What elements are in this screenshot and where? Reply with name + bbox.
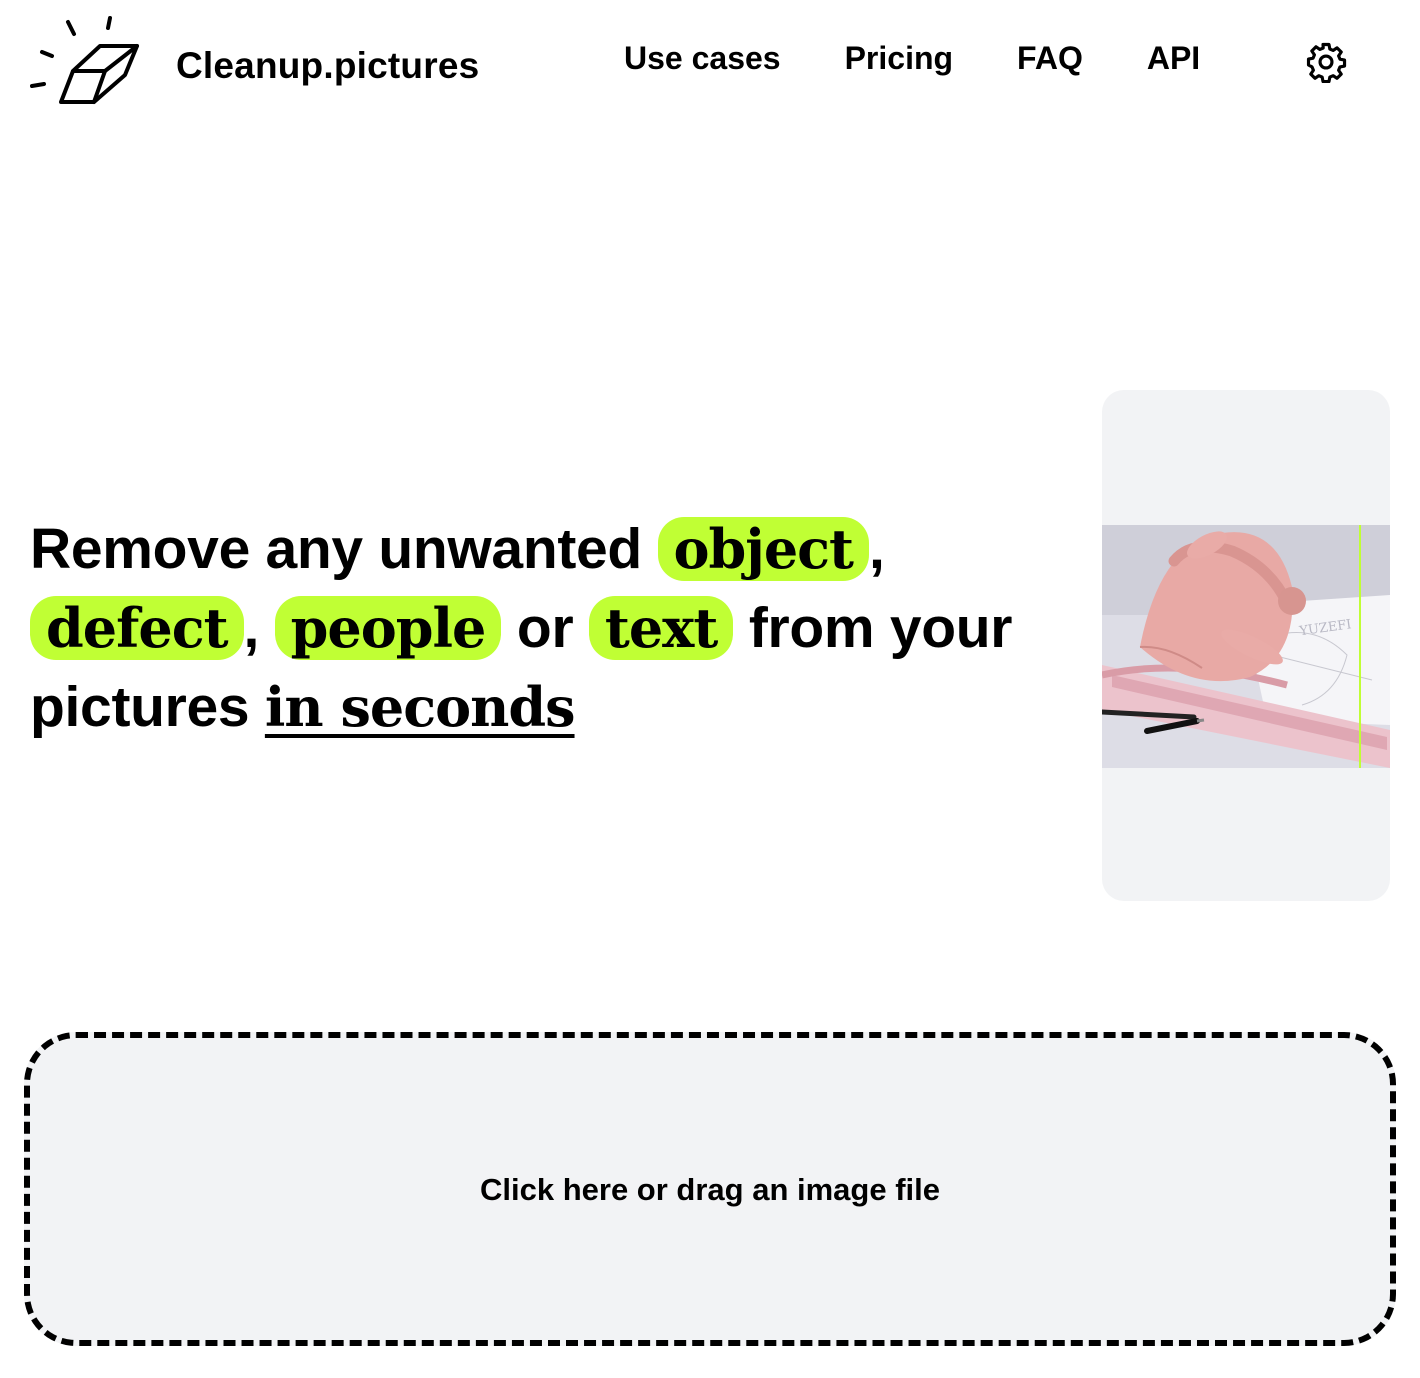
nav-use-cases[interactable]: Use cases — [624, 40, 781, 77]
highlight-object: object — [657, 517, 869, 581]
headline-emphasis: in seconds — [264, 675, 576, 739]
gear-icon — [1306, 42, 1347, 83]
site-header: Cleanup.pictures Use cases Pricing FAQ A… — [0, 0, 1420, 130]
dropzone-label: Click here or drag an image file — [480, 1172, 940, 1207]
headline-comma-2: , — [243, 596, 260, 660]
main-nav: Use cases Pricing FAQ API — [624, 40, 1200, 77]
home-logo-link[interactable]: Cleanup.pictures — [28, 14, 479, 106]
headline-text-2: or — [501, 596, 589, 660]
headline-comma-1: , — [869, 517, 885, 581]
hero-headline: Remove any unwanted object, defect, peopl… — [30, 510, 1030, 747]
highlight-defect: defect — [30, 596, 244, 660]
upload-dropzone[interactable]: Click here or drag an image file — [24, 1032, 1396, 1346]
nav-faq[interactable]: FAQ — [1017, 40, 1083, 77]
demo-preview-card: YUZEFI — [1102, 390, 1390, 901]
settings-button[interactable] — [1300, 36, 1352, 88]
demo-photo: YUZEFI — [1102, 525, 1390, 768]
brand-name: Cleanup.pictures — [176, 45, 480, 86]
nav-pricing[interactable]: Pricing — [845, 40, 953, 77]
highlight-people: people — [274, 596, 502, 660]
headline-text-1: Remove any unwanted — [30, 517, 658, 581]
nav-api[interactable]: API — [1147, 40, 1200, 77]
highlight-text: text — [588, 596, 734, 660]
eraser-icon — [30, 16, 139, 104]
